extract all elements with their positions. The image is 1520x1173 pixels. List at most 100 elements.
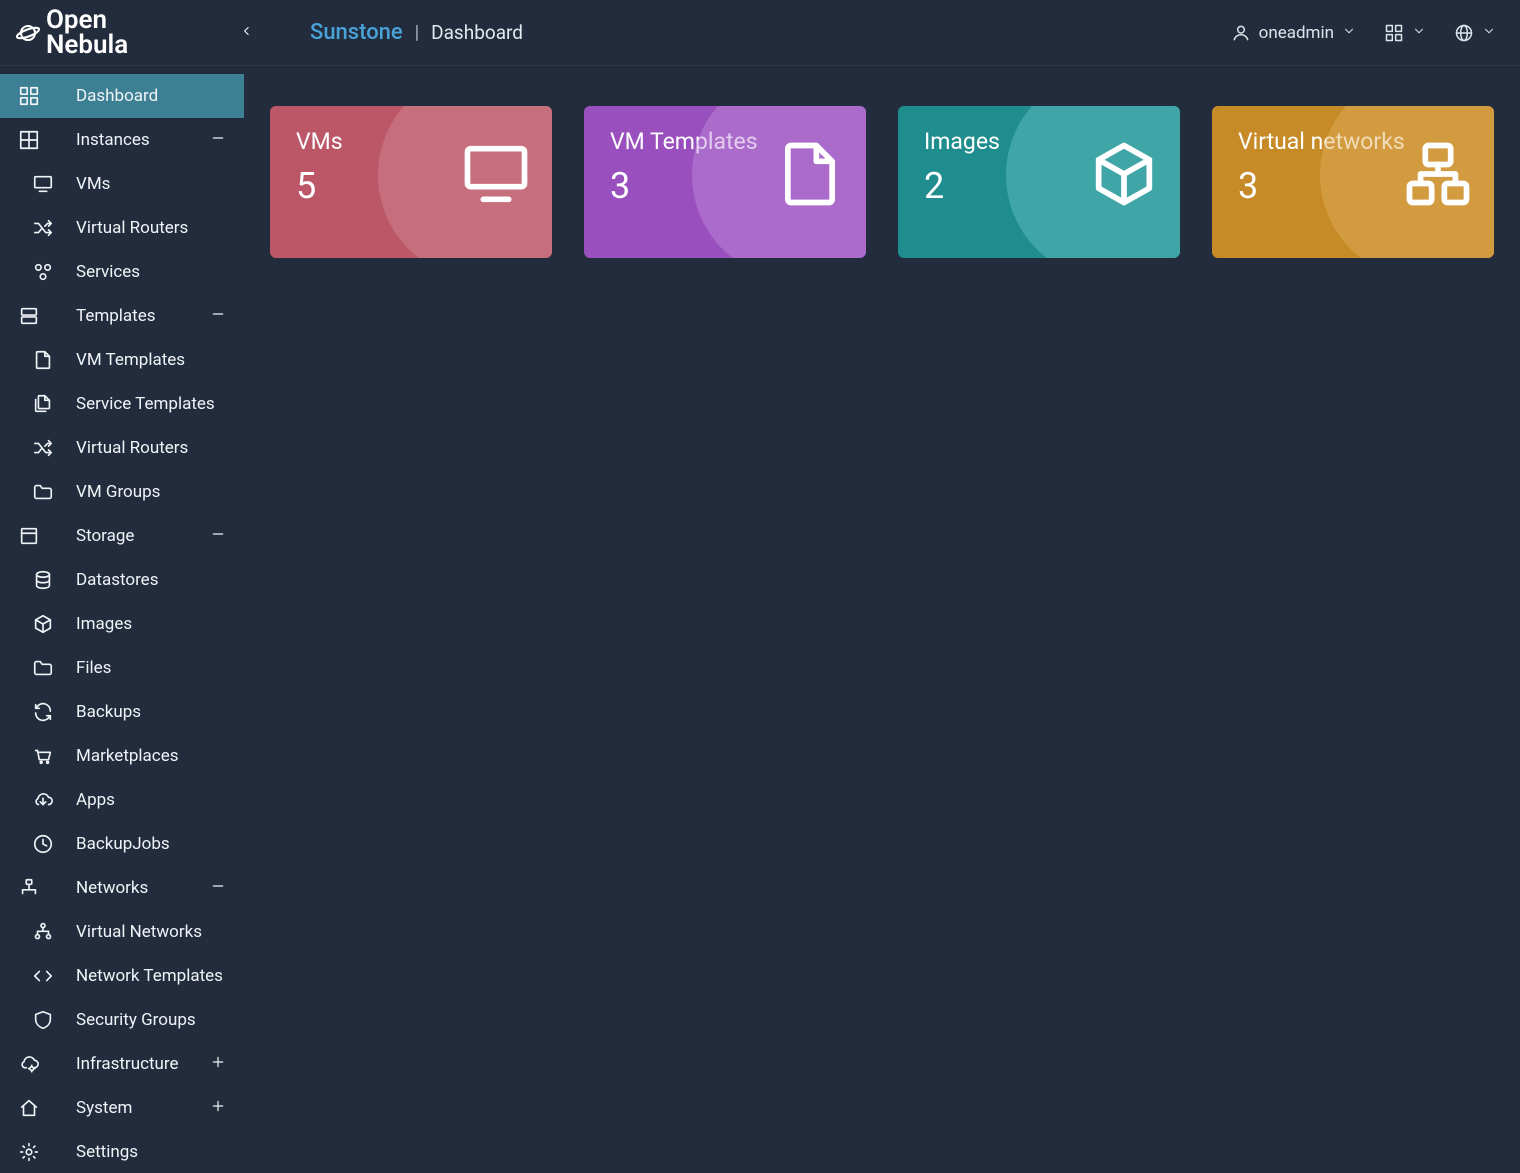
logo[interactable]: Open Nebula xyxy=(14,8,128,57)
nav-infrastructure[interactable]: Infrastructure xyxy=(0,1042,244,1086)
nav-apps[interactable]: Apps xyxy=(0,778,244,822)
nav-settings[interactable]: Settings xyxy=(0,1130,244,1173)
nav-network-templates[interactable]: Network Templates xyxy=(0,954,244,998)
nav-label: Dashboard xyxy=(76,86,226,106)
plus-icon xyxy=(210,1054,226,1070)
globe-icon xyxy=(1454,23,1474,43)
card-vms[interactable]: VMs 5 xyxy=(270,106,552,258)
chevron-down-icon xyxy=(1482,24,1496,38)
nav-backupjobs[interactable]: BackupJobs xyxy=(0,822,244,866)
nav-label: Service Templates xyxy=(76,394,215,414)
shuffle-icon xyxy=(32,217,54,239)
minus-icon xyxy=(210,306,226,322)
nav-templates[interactable]: Templates xyxy=(0,294,244,338)
minus-icon xyxy=(210,878,226,894)
user-icon xyxy=(1231,23,1251,43)
nav-images[interactable]: Images xyxy=(0,602,244,646)
nav-label: Settings xyxy=(76,1142,226,1162)
grid-icon xyxy=(18,129,40,151)
nav-templates-vrouters[interactable]: Virtual Routers xyxy=(0,426,244,470)
nav-label: Virtual Networks xyxy=(76,922,202,942)
breadcrumb-separator: | xyxy=(415,22,419,43)
chevron-down-icon xyxy=(1342,24,1356,38)
nav-backups[interactable]: Backups xyxy=(0,690,244,734)
user-name: oneadmin xyxy=(1259,23,1334,43)
monitor-icon xyxy=(32,173,54,195)
card-virtual-networks[interactable]: Virtual networks 3 xyxy=(1212,106,1494,258)
nav-virtual-routers[interactable]: Virtual Routers xyxy=(0,206,244,250)
sidebar: Dashboard Instances VMs Virtual Routers … xyxy=(0,66,244,1173)
main-content: VMs 5 VM Templates 3 Images 2 xyxy=(244,66,1520,1173)
sidebar-collapse-button[interactable] xyxy=(234,17,260,48)
refresh-icon xyxy=(32,701,54,723)
nav-label: Marketplaces xyxy=(76,746,179,766)
nav-label: Backups xyxy=(76,702,141,722)
chevron-left-icon xyxy=(240,24,254,38)
nav-label: VMs xyxy=(76,174,110,194)
shield-icon xyxy=(32,1009,54,1031)
minus-icon xyxy=(210,526,226,542)
nav-label: Services xyxy=(76,262,140,282)
clock-icon xyxy=(32,833,54,855)
home-icon xyxy=(18,1097,40,1119)
nav-instances[interactable]: Instances xyxy=(0,118,244,162)
nav-label: Virtual Routers xyxy=(76,218,188,238)
file-icon xyxy=(772,136,848,212)
nav-label: Datastores xyxy=(76,570,158,590)
nav-label: Instances xyxy=(76,130,210,150)
stack-icon xyxy=(18,305,40,327)
nav-files[interactable]: Files xyxy=(0,646,244,690)
nav-vm-groups[interactable]: VM Groups xyxy=(0,470,244,514)
monitor-icon xyxy=(458,136,534,212)
header: Open Nebula Sunstone | Dashboard oneadmi… xyxy=(0,0,1520,66)
nav-networks[interactable]: Networks xyxy=(0,866,244,910)
nav-label: Network Templates xyxy=(76,966,223,986)
nav-vm-templates[interactable]: VM Templates xyxy=(0,338,244,382)
card-images[interactable]: Images 2 xyxy=(898,106,1180,258)
gear-icon xyxy=(18,1141,40,1163)
cube-icon xyxy=(32,613,54,635)
cloud-download-icon xyxy=(32,789,54,811)
nav-virtual-networks[interactable]: Virtual Networks xyxy=(0,910,244,954)
plus-icon xyxy=(210,1098,226,1114)
nav-marketplaces[interactable]: Marketplaces xyxy=(0,734,244,778)
nav-system[interactable]: System xyxy=(0,1086,244,1130)
view-menu[interactable] xyxy=(1384,23,1426,43)
user-menu[interactable]: oneadmin xyxy=(1231,23,1356,43)
nav-label: Templates xyxy=(76,306,210,326)
nav-label: Storage xyxy=(76,526,210,546)
folder-icon xyxy=(32,657,54,679)
shuffle-icon xyxy=(32,437,54,459)
nav-vms[interactable]: VMs xyxy=(0,162,244,206)
nav-storage[interactable]: Storage xyxy=(0,514,244,558)
nav-label: Files xyxy=(76,658,111,678)
network-icon xyxy=(18,877,40,899)
cloud-gear-icon xyxy=(18,1053,40,1075)
page-title: Dashboard xyxy=(431,21,523,44)
nav-label: Infrastructure xyxy=(76,1054,210,1074)
nav-label: Apps xyxy=(76,790,115,810)
nav-dashboard[interactable]: Dashboard xyxy=(0,74,244,118)
file-icon xyxy=(32,349,54,371)
box-icon xyxy=(18,525,40,547)
minus-icon xyxy=(210,130,226,146)
nav-services[interactable]: Services xyxy=(0,250,244,294)
nav-label: VM Templates xyxy=(76,350,185,370)
nav-security-groups[interactable]: Security Groups xyxy=(0,998,244,1042)
folder-icon xyxy=(32,481,54,503)
logo-text-1: Open xyxy=(46,8,128,33)
card-vm-templates[interactable]: VM Templates 3 xyxy=(584,106,866,258)
nav-label: VM Groups xyxy=(76,482,160,502)
cube-icon xyxy=(1086,136,1162,212)
grid-icon xyxy=(1384,23,1404,43)
nav-service-templates[interactable]: Service Templates xyxy=(0,382,244,426)
services-icon xyxy=(32,261,54,283)
zone-menu[interactable] xyxy=(1454,23,1496,43)
nav-label: System xyxy=(76,1098,210,1118)
nav-label: Virtual Routers xyxy=(76,438,188,458)
nav-label: Security Groups xyxy=(76,1010,196,1030)
brand-name: Sunstone xyxy=(310,20,403,45)
nav-label: BackupJobs xyxy=(76,834,170,854)
breadcrumb: Sunstone | Dashboard xyxy=(310,20,523,45)
nav-datastores[interactable]: Datastores xyxy=(0,558,244,602)
